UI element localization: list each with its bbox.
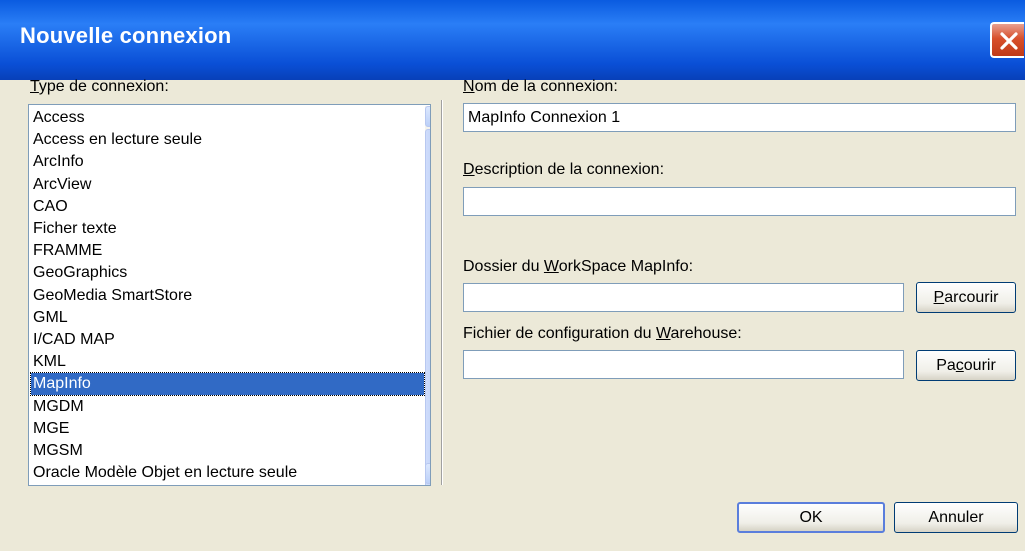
list-item[interactable]: CAO: [33, 196, 68, 218]
list-item[interactable]: Oracle Modèle Objet en lecture seule: [33, 462, 297, 484]
warehouse-config-field[interactable]: [463, 350, 904, 379]
list-item[interactable]: Access: [33, 107, 85, 129]
warehouse-config-label: Fichier de configuration du Warehouse:: [463, 325, 742, 342]
connection-type-label: Type de connexion:: [30, 78, 169, 95]
list-item[interactable]: Ficher texte: [33, 218, 117, 240]
workspace-folder-label: Dossier du WorkSpace MapInfo:: [463, 258, 694, 275]
list-item[interactable]: KML: [33, 351, 66, 373]
list-item[interactable]: MapInfo: [30, 372, 425, 397]
chevron-up-icon: [426, 107, 431, 126]
connection-name-field[interactable]: MapInfo Connexion 1: [463, 103, 1016, 132]
list-item[interactable]: FRAMME: [33, 240, 102, 262]
list-item[interactable]: I/CAD MAP: [33, 329, 115, 351]
list-item[interactable]: GeoGraphics: [33, 262, 127, 284]
ok-button[interactable]: OK: [737, 502, 885, 533]
list-item[interactable]: GeoMedia SmartStore: [33, 285, 192, 307]
connection-description-label: Description de la connexion:: [463, 161, 665, 178]
list-item[interactable]: MGE: [33, 418, 69, 440]
connection-description-field[interactable]: [463, 187, 1016, 216]
list-item[interactable]: MGDM: [33, 396, 84, 418]
chevron-down-icon: [426, 464, 431, 483]
close-icon: [1000, 32, 1018, 50]
workspace-folder-field[interactable]: [463, 283, 904, 312]
browse-workspace-button[interactable]: Parcourir: [916, 282, 1016, 313]
scroll-up-button[interactable]: [425, 106, 431, 127]
title-bar[interactable]: Nouvelle connexion: [0, 0, 1025, 80]
connection-type-list[interactable]: Access Access en lecture seule ArcInfo ArcV…: [28, 104, 431, 486]
list-item[interactable]: ArcView: [33, 174, 91, 196]
list-item[interactable]: GML: [33, 307, 68, 329]
vertical-separator: [441, 100, 443, 485]
list-scrollbar-thumb[interactable]: [425, 129, 430, 485]
dialog-title: Nouvelle connexion: [20, 23, 232, 48]
connection-name-label: Nom de la connexion:: [463, 78, 618, 95]
new-connection-dialog: Nouvelle connexion Type de connexion: Ac…: [0, 0, 1025, 551]
list-item[interactable]: ArcInfo: [33, 151, 84, 173]
list-item[interactable]: MGSM: [33, 440, 83, 462]
scroll-down-button[interactable]: [425, 463, 431, 484]
browse-warehouse-button[interactable]: Pacourir: [916, 350, 1016, 381]
cancel-button[interactable]: Annuler: [894, 502, 1018, 533]
close-button[interactable]: [990, 22, 1024, 58]
list-item[interactable]: Access en lecture seule: [33, 129, 202, 151]
